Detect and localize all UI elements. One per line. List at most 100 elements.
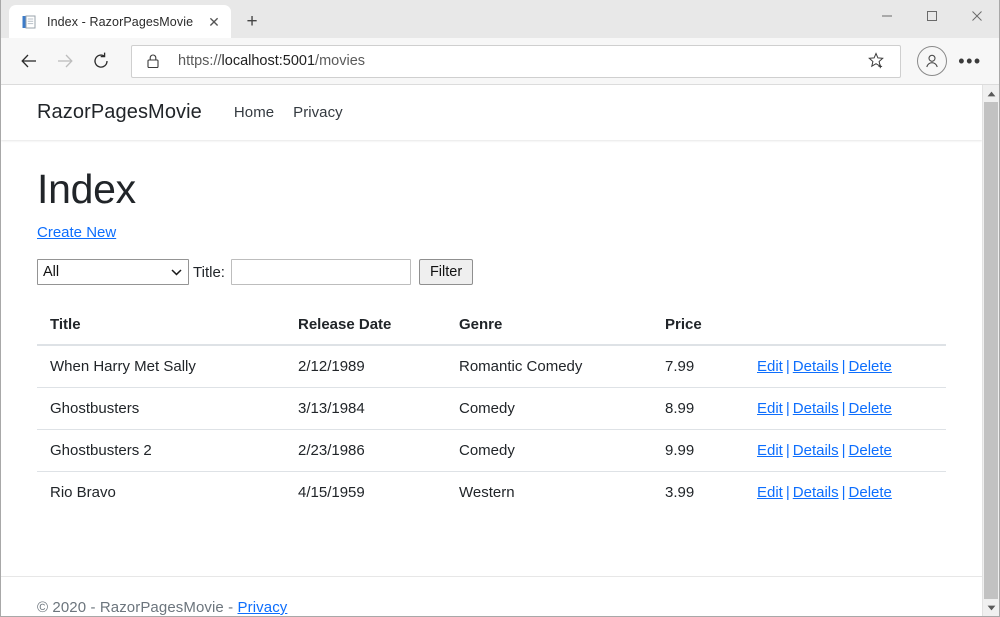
movie-price: 7.99 [652, 345, 744, 388]
row-actions: Edit|Details|Delete [744, 345, 946, 388]
more-options-icon[interactable]: ••• [953, 44, 987, 78]
tab-title: Index - RazorPagesMovie [47, 15, 203, 29]
scrollbar-thumb[interactable] [984, 102, 998, 599]
filter-form: All Title: Filter [37, 259, 946, 285]
reload-icon[interactable] [83, 43, 119, 79]
browser-toolbar: https://localhost:5001/movies ••• [1, 38, 999, 85]
table-body: When Harry Met Sally2/12/1989Romantic Co… [37, 345, 946, 513]
movie-title: When Harry Met Sally [37, 345, 285, 388]
table-row: Rio Bravo4/15/1959Western3.99Edit|Detail… [37, 472, 946, 514]
person-icon[interactable] [917, 46, 947, 76]
create-new-link[interactable]: Create New [37, 224, 116, 241]
table-header: Title Release Date Genre Price [37, 305, 946, 345]
action-separator: | [783, 400, 793, 417]
star-plus-icon[interactable] [862, 52, 892, 70]
movies-table: Title Release Date Genre Price When Harr… [37, 305, 946, 513]
title-search-input[interactable] [231, 259, 411, 285]
address-bar[interactable]: https://localhost:5001/movies [131, 45, 901, 78]
movie-release-date: 2/23/1986 [285, 430, 446, 472]
movie-release-date: 3/13/1984 [285, 388, 446, 430]
details-link[interactable]: Details [793, 400, 839, 417]
action-separator: | [783, 484, 793, 501]
nav-link-home[interactable]: Home [234, 104, 274, 121]
details-link[interactable]: Details [793, 442, 839, 459]
edit-link[interactable]: Edit [757, 358, 783, 375]
action-separator: | [839, 400, 849, 417]
new-tab-button[interactable]: + [237, 6, 267, 36]
movie-genre: Comedy [446, 388, 652, 430]
details-link[interactable]: Details [793, 484, 839, 501]
delete-link[interactable]: Delete [849, 400, 892, 417]
action-separator: | [839, 358, 849, 375]
site-footer: © 2020 - RazorPagesMovie - Privacy [1, 576, 982, 616]
vertical-scrollbar[interactable] [982, 85, 999, 616]
edit-link[interactable]: Edit [757, 400, 783, 417]
table-row: When Harry Met Sally2/12/1989Romantic Co… [37, 345, 946, 388]
details-link[interactable]: Details [793, 358, 839, 375]
close-icon[interactable]: ✕ [203, 11, 225, 33]
close-window-icon[interactable] [954, 0, 999, 32]
filter-button[interactable]: Filter [419, 259, 473, 285]
url-path: /movies [315, 53, 365, 69]
action-separator: | [839, 484, 849, 501]
column-header-price: Price [652, 305, 744, 345]
movie-price: 3.99 [652, 472, 744, 514]
footer-copyright: © 2020 - RazorPagesMovie - [37, 599, 238, 616]
browser-window: Index - RazorPagesMovie ✕ + [0, 0, 1000, 617]
movie-price: 9.99 [652, 430, 744, 472]
action-separator: | [839, 442, 849, 459]
main-content: Index Create New All Title: Filter [1, 140, 982, 576]
delete-link[interactable]: Delete [849, 442, 892, 459]
title-filter-label: Title: [193, 264, 225, 281]
browser-tab[interactable]: Index - RazorPagesMovie ✕ [9, 5, 231, 38]
action-separator: | [783, 442, 793, 459]
row-actions: Edit|Details|Delete [744, 472, 946, 514]
column-header-release-date: Release Date [285, 305, 446, 345]
movie-release-date: 4/15/1959 [285, 472, 446, 514]
page-title: Index [37, 167, 946, 212]
movie-title: Ghostbusters [37, 388, 285, 430]
footer-privacy-link[interactable]: Privacy [238, 599, 288, 616]
tab-strip: Index - RazorPagesMovie ✕ + [1, 0, 999, 38]
column-header-actions [744, 305, 946, 345]
footer-text: © 2020 - RazorPagesMovie - Privacy [37, 599, 946, 616]
row-actions: Edit|Details|Delete [744, 388, 946, 430]
table-row: Ghostbusters 22/23/1986Comedy9.99Edit|De… [37, 430, 946, 472]
table-header-row: Title Release Date Genre Price [37, 305, 946, 345]
genre-select[interactable]: All [37, 259, 189, 285]
forward-icon[interactable] [47, 43, 83, 79]
scroll-up-icon[interactable] [983, 85, 999, 102]
scroll-down-icon[interactable] [983, 599, 999, 616]
page-icon [21, 14, 37, 30]
movie-title: Rio Bravo [37, 472, 285, 514]
back-icon[interactable] [11, 43, 47, 79]
movie-title: Ghostbusters 2 [37, 430, 285, 472]
movie-release-date: 2/12/1989 [285, 345, 446, 388]
movie-genre: Romantic Comedy [446, 345, 652, 388]
genre-select-wrapper: All [37, 259, 189, 285]
web-page: RazorPagesMovie Home Privacy Index Creat… [1, 85, 982, 616]
edit-link[interactable]: Edit [757, 484, 783, 501]
action-separator: | [783, 358, 793, 375]
delete-link[interactable]: Delete [849, 358, 892, 375]
url-scheme: https:// [178, 53, 222, 69]
page-viewport: RazorPagesMovie Home Privacy Index Creat… [1, 85, 999, 616]
column-header-title: Title [37, 305, 285, 345]
table-row: Ghostbusters3/13/1984Comedy8.99Edit|Deta… [37, 388, 946, 430]
maximize-icon[interactable] [909, 0, 954, 32]
site-brand[interactable]: RazorPagesMovie [37, 101, 202, 124]
row-actions: Edit|Details|Delete [744, 430, 946, 472]
movie-genre: Comedy [446, 430, 652, 472]
movie-price: 8.99 [652, 388, 744, 430]
movie-genre: Western [446, 472, 652, 514]
url-host: localhost:5001 [222, 53, 316, 69]
delete-link[interactable]: Delete [849, 484, 892, 501]
minimize-icon[interactable] [864, 0, 909, 32]
edit-link[interactable]: Edit [757, 442, 783, 459]
nav-link-privacy[interactable]: Privacy [293, 104, 343, 121]
lock-icon [146, 53, 164, 69]
column-header-genre: Genre [446, 305, 652, 345]
window-controls [864, 0, 999, 38]
url-text: https://localhost:5001/movies [178, 53, 862, 69]
site-navbar: RazorPagesMovie Home Privacy [1, 85, 982, 140]
